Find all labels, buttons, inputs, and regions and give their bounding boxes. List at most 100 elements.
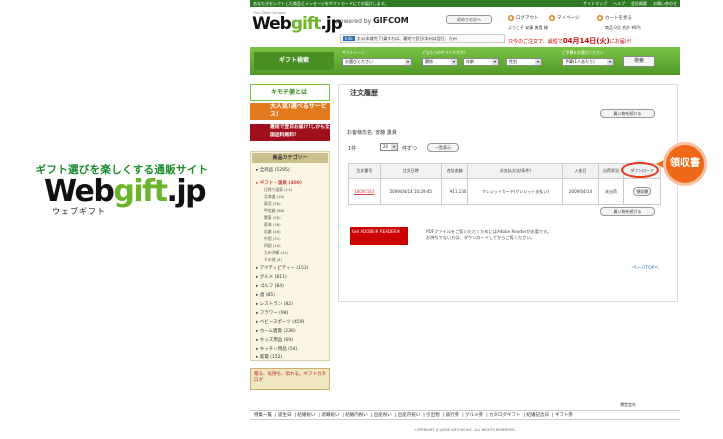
contact-link[interactable]: お問い合わせ (653, 1, 677, 6)
column-header: 出荷状況 (597, 163, 625, 179)
cart-summary: 商品 0点 合計 ¥0円 (605, 25, 641, 30)
per-page-select[interactable]: 20 (380, 143, 398, 151)
footer-nav: 特集一覧 | 誕生日 | 結婚祝い | 退職祝い | 結婚内祝い | 出産祝い | 出産内祝… (250, 410, 680, 420)
kimochi-banner[interactable]: キモチ便とは (250, 84, 330, 101)
user-icon: ● (549, 15, 555, 21)
subcategory-item[interactable]: 中国 (31) (264, 236, 281, 242)
order-count: 1件 (348, 146, 357, 152)
scene-select[interactable]: お選びください (342, 58, 412, 66)
welcome-text: ようこそ 安藤 勇貴 様 (508, 25, 548, 30)
site-frame: あなたがセレクトした商品とメッセージをギフトカードにてお届けします。 サイトマッ… (250, 0, 680, 439)
category-item[interactable]: ▸ キッズ用品 (69) (256, 337, 293, 343)
footer-link[interactable]: 誕生日 (278, 413, 292, 418)
customer-name: お客様氏名: 安藤 勇貴 (347, 130, 397, 136)
delivery-notice: 只今のご注文で、最短で04月14日(火)にお届け! (508, 37, 632, 45)
category-item[interactable]: ▸ グルメ (811) (256, 274, 287, 280)
continue-shopping-button-bottom[interactable]: 買い物を続ける (600, 207, 655, 216)
category-item[interactable]: ▸ ホーム雑貨 (236) (256, 328, 296, 334)
company-link[interactable]: 運営会社 (620, 402, 636, 408)
footer-link[interactable]: 出産祝い (374, 413, 392, 418)
gender-select[interactable]: 性別 (506, 58, 542, 66)
subcategory-item[interactable]: 四国 (16) (264, 243, 281, 249)
footer-link[interactable]: 結婚祝い (297, 413, 315, 418)
category-item[interactable]: ▸ アクティビティー (153) (256, 265, 308, 271)
list-view-button[interactable]: 一覧表示 (427, 143, 459, 152)
footer-link[interactable]: 結婚記念日 (526, 413, 549, 418)
category-item[interactable]: ▸ 酒 (85) (256, 292, 275, 298)
copyright: COPYRIGHT (C)2008 GIFCOM INC. ALL RIGHTS… (414, 428, 516, 432)
popular-service-banner[interactable]: 大人気!選べるサービス! (250, 103, 330, 120)
adobe-reader-badge[interactable]: Get ADOBE® READER® (350, 227, 408, 245)
order-number-link[interactable]: 10000163 (354, 189, 374, 194)
footer-link[interactable]: 退職祝い (321, 413, 339, 418)
category-item[interactable]: ▸ 家電 (152) (256, 354, 282, 360)
cart-link[interactable]: ● カートを見る (597, 15, 632, 21)
search-button[interactable]: 検索 (623, 56, 655, 67)
page-top-link[interactable]: ページTOPへ (632, 265, 659, 271)
category-item[interactable]: ▸ ギフト・温泉 (400) (256, 180, 302, 186)
category-item[interactable]: ▸ フラワー (98) (256, 310, 288, 316)
continue-shopping-button[interactable]: 買い物を続ける (600, 109, 655, 118)
per-page-label: 件ずつ (402, 146, 418, 152)
company-link[interactable]: 会社概要 (631, 1, 647, 6)
column-header: お支払方法(条件) (467, 163, 564, 179)
relation-select[interactable]: 関係 (422, 58, 458, 66)
page-title: 注文履歴 (350, 89, 378, 97)
footer-link[interactable]: 特集一覧 (254, 413, 272, 418)
top-bar: あなたがセレクトした商品とメッセージをギフトカードにてお届けします。 サイトマッ… (250, 0, 680, 7)
promo-logo-sub: ウェブギフト (52, 207, 106, 216)
footer-link[interactable]: 出産内祝い (398, 413, 421, 418)
receipt-download-button[interactable]: 領収書 (633, 187, 652, 196)
order-table: 注文番号 注文日時 合計金額 お支払方法(条件) 入金日 出荷状況 ダウンロード… (348, 163, 661, 205)
category-title: 商品カテゴリー (252, 153, 328, 163)
receipt-callout: 領収書 (663, 142, 707, 186)
sitemap-link[interactable]: サイトマップ (583, 1, 607, 6)
subcategory-item[interactable]: 近畿 (46) (264, 229, 281, 235)
column-header: 合計金額 (440, 163, 469, 179)
ship-status: 未出荷 (597, 178, 625, 205)
logout-icon: ● (508, 15, 514, 21)
subcategory-item[interactable]: 甲信越 (86) (264, 208, 284, 214)
column-header: 注文番号 (348, 163, 381, 179)
footer-link[interactable]: 旅行券 (446, 413, 460, 418)
subcategory-item[interactable]: 東海 (38) (264, 222, 281, 228)
column-header: 入金日 (562, 163, 599, 179)
category-item[interactable]: ▸ ゴルフ (84) (256, 283, 284, 289)
budget-select[interactable]: 予算(1人あたり) (562, 58, 614, 66)
gift-catalog-banner[interactable]: 贈る、気持ち、伝わる。ギフトカタログ (250, 368, 330, 390)
logout-link[interactable]: ● ログアウト (508, 15, 539, 21)
subcategory-item[interactable]: 北海道 (18) (264, 194, 284, 200)
footer-link[interactable]: ギフト券 (555, 413, 573, 418)
category-item[interactable]: ▸ ベビースポーツ (459) (256, 319, 304, 325)
footer-link[interactable]: 引出物 (426, 413, 440, 418)
table-header-row: 注文番号 注文日時 合計金額 お支払方法(条件) 入金日 出荷状況 ダウンロード (348, 163, 661, 179)
category-item[interactable]: ▸ レストラン (82) (256, 301, 293, 307)
table-row: 10000163 2009/04/14 10:29:45 ¥11,130 クレジ… (348, 178, 661, 205)
info-ticker: Info 文◎(本渡完了)乗すれば、最短で翌日(本州は翌日、九州 (340, 34, 505, 43)
category-item[interactable]: ▸ キッチン用品 (54) (256, 346, 297, 352)
subcategory-item[interactable]: 日帰り温泉 (14) (264, 187, 292, 193)
help-link[interactable]: ヘルプ (613, 1, 625, 6)
download-highlight (621, 162, 659, 178)
search-title: ギフト検索 (254, 52, 334, 70)
first-time-button[interactable]: 初めての方へ (446, 15, 492, 24)
payment-method: クレジットカード(クレジット支払い) (467, 178, 564, 205)
next-day-banner[interactable]: 最短で翌日お届け!しかも全国送料無料! (250, 124, 330, 141)
cart-icon: ● (597, 15, 603, 21)
age-select[interactable]: 年齢 (463, 58, 499, 66)
subcategory-item[interactable]: 東北 (58) (264, 201, 281, 207)
footer-link[interactable]: 結婚内祝い (345, 413, 368, 418)
site-logo[interactable]: Webgift.jp (252, 14, 343, 34)
footer-link[interactable]: カタログギフト (489, 413, 521, 418)
subcategory-item[interactable]: 九州沖縄 (41) (264, 250, 288, 256)
order-total: ¥11,130 (440, 178, 469, 205)
category-item[interactable]: ▸ 全商品 (5295) (256, 167, 290, 173)
column-header: 注文日時 (379, 163, 442, 179)
paid-date: 2009/04/14 (562, 178, 599, 205)
mypage-link[interactable]: ● マイページ (549, 15, 579, 21)
footer-link[interactable]: グルメ券 (465, 413, 483, 418)
promo-logo: Webgift.jp (44, 174, 207, 209)
subcategory-item[interactable]: 関東 (58) (264, 215, 281, 221)
pdf-note: PDFファイルをご覧いただくためにはAdobe Readerが必要です。 お持ちで… (426, 229, 552, 240)
subcategory-item[interactable]: その他 (4) (264, 257, 282, 263)
